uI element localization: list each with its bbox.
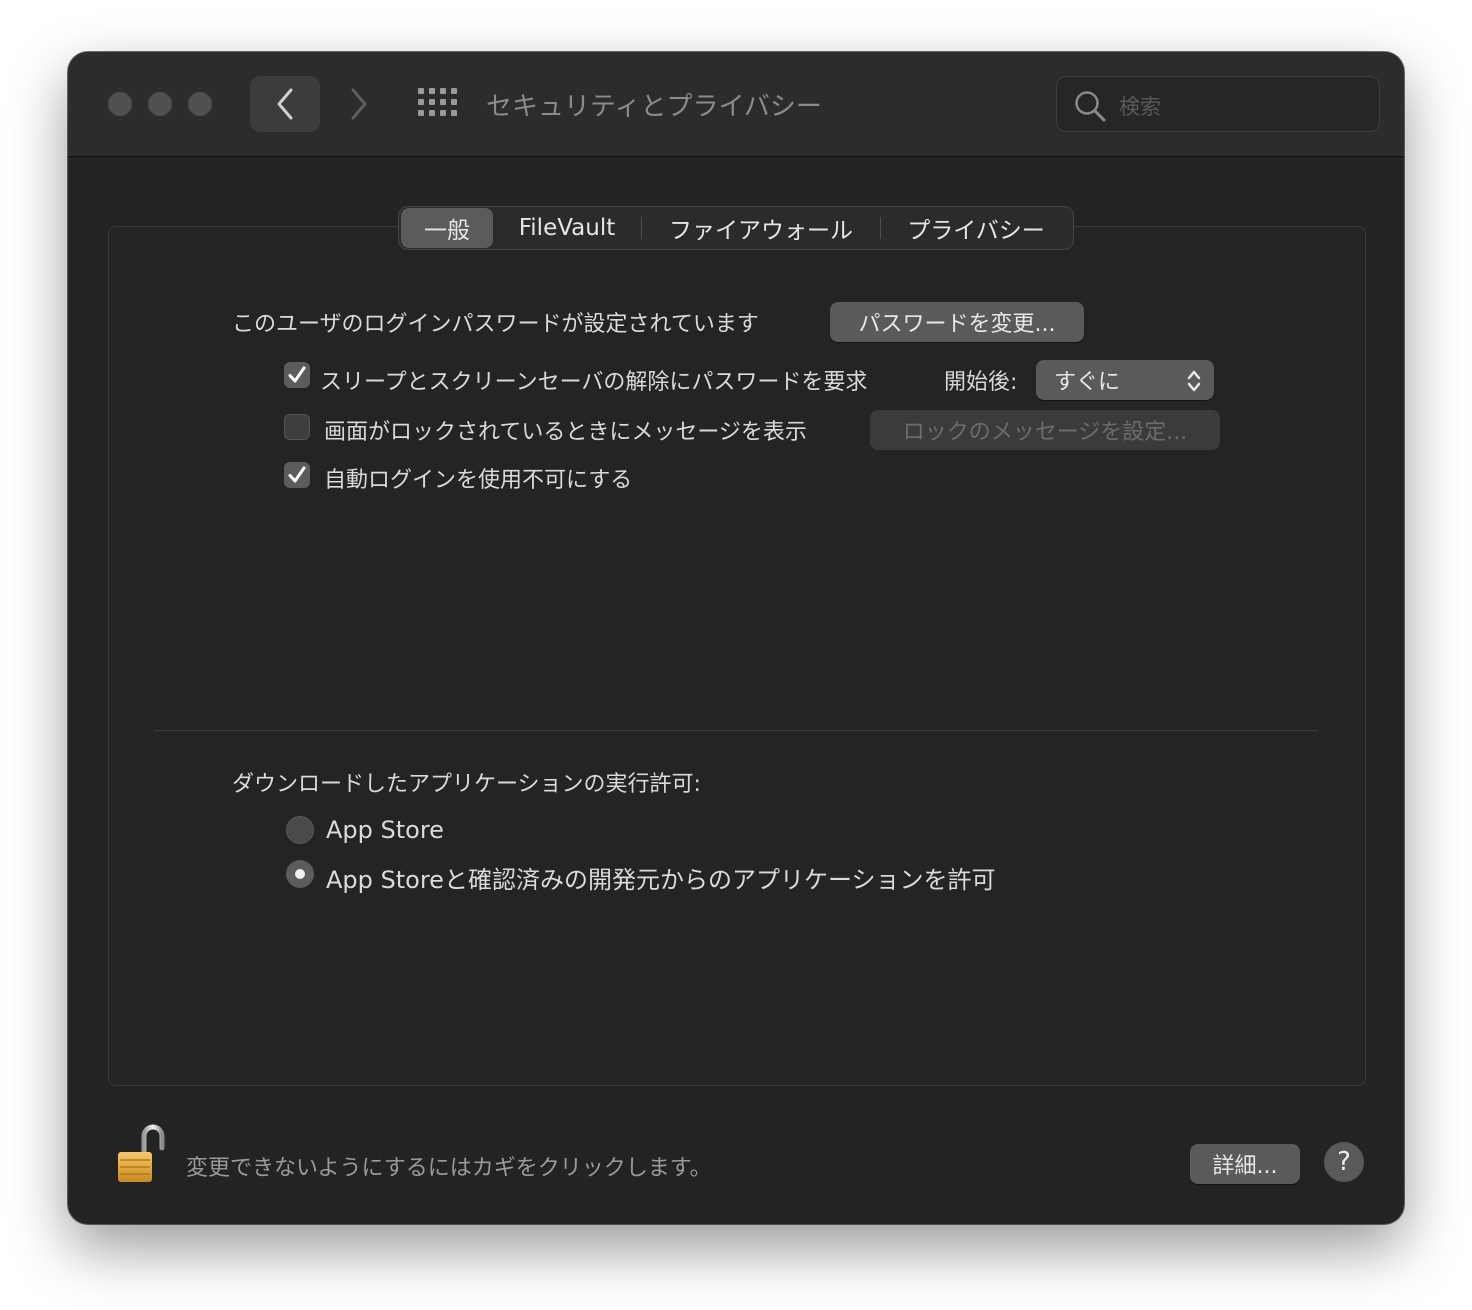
minimize-window-button[interactable] [148,92,172,116]
general-panel [108,226,1366,1086]
search-placeholder: 検索 [1119,95,1161,119]
tab-bar: 一般 FileVault ファイアウォール プライバシー [398,206,1074,250]
search-icon [1075,91,1106,122]
tab-privacy-label: プライバシー [907,218,1045,244]
updown-arrows-icon [1187,370,1201,392]
titlebar: セキュリティとプライバシー 検索 [68,52,1404,157]
disable-auto-login-label: 自動ログインを使用不可にする [324,468,633,493]
close-window-button[interactable] [108,92,132,116]
radio-app-store-label: App Store [326,816,444,844]
tab-general[interactable]: 一般 [401,208,493,248]
show-message-checkbox[interactable] [284,414,310,440]
after-label: 開始後: [944,370,1018,395]
checkmark-icon [288,366,306,383]
forward-button[interactable] [324,76,394,132]
tab-filevault[interactable]: FileVault [493,208,641,248]
lock-instruction-text: 変更できないようにするにはカギをクリックします。 [186,1156,712,1181]
tab-privacy[interactable]: プライバシー [881,208,1071,248]
tab-firewall[interactable]: ファイアウォール [642,208,880,248]
tab-firewall-label: ファイアウォール [669,218,853,244]
downloads-heading: ダウンロードしたアプリケーションの実行許可: [232,772,701,797]
password-status-label: このユーザのログインパスワードが設定されています [232,312,759,337]
select-value: すぐに [1054,370,1121,395]
checkmark-icon [288,466,306,483]
tab-general-label: 一般 [424,218,470,244]
require-password-checkbox[interactable] [284,362,310,388]
zoom-window-button[interactable] [188,92,212,116]
chevron-left-icon [277,88,293,120]
radio-app-store[interactable] [286,816,314,844]
search-field[interactable]: 検索 [1056,76,1380,132]
show-all-grid-icon[interactable] [418,88,458,120]
radio-dot [295,869,305,879]
show-message-label: 画面がロックされているときにメッセージを表示 [324,420,807,445]
back-button[interactable] [250,76,320,132]
radio-app-store-identified-label: App Storeと確認済みの開発元からのアプリケーションを許可 [326,866,996,894]
radio-app-store-identified[interactable] [286,860,314,888]
set-lock-message-button[interactable]: ロックのメッセージを設定... [870,410,1220,450]
unlocked-padlock-icon[interactable] [116,1122,170,1186]
change-password-button[interactable]: パスワードを変更... [830,302,1084,342]
disable-auto-login-checkbox[interactable] [284,462,310,488]
window-title: セキュリティとプライバシー [486,92,822,122]
help-button[interactable]: ? [1324,1142,1364,1182]
require-password-label: スリープとスクリーンセーバの解除にパスワードを要求 [320,370,868,395]
advanced-button[interactable]: 詳細... [1190,1144,1300,1184]
chevron-right-icon [351,88,367,120]
tab-filevault-label: FileVault [518,215,616,241]
section-divider [154,730,1318,731]
require-password-delay-select[interactable]: すぐに [1036,360,1214,400]
security-privacy-window: セキュリティとプライバシー 検索 一般 FileVault ファイアウォール プ… [68,52,1404,1224]
